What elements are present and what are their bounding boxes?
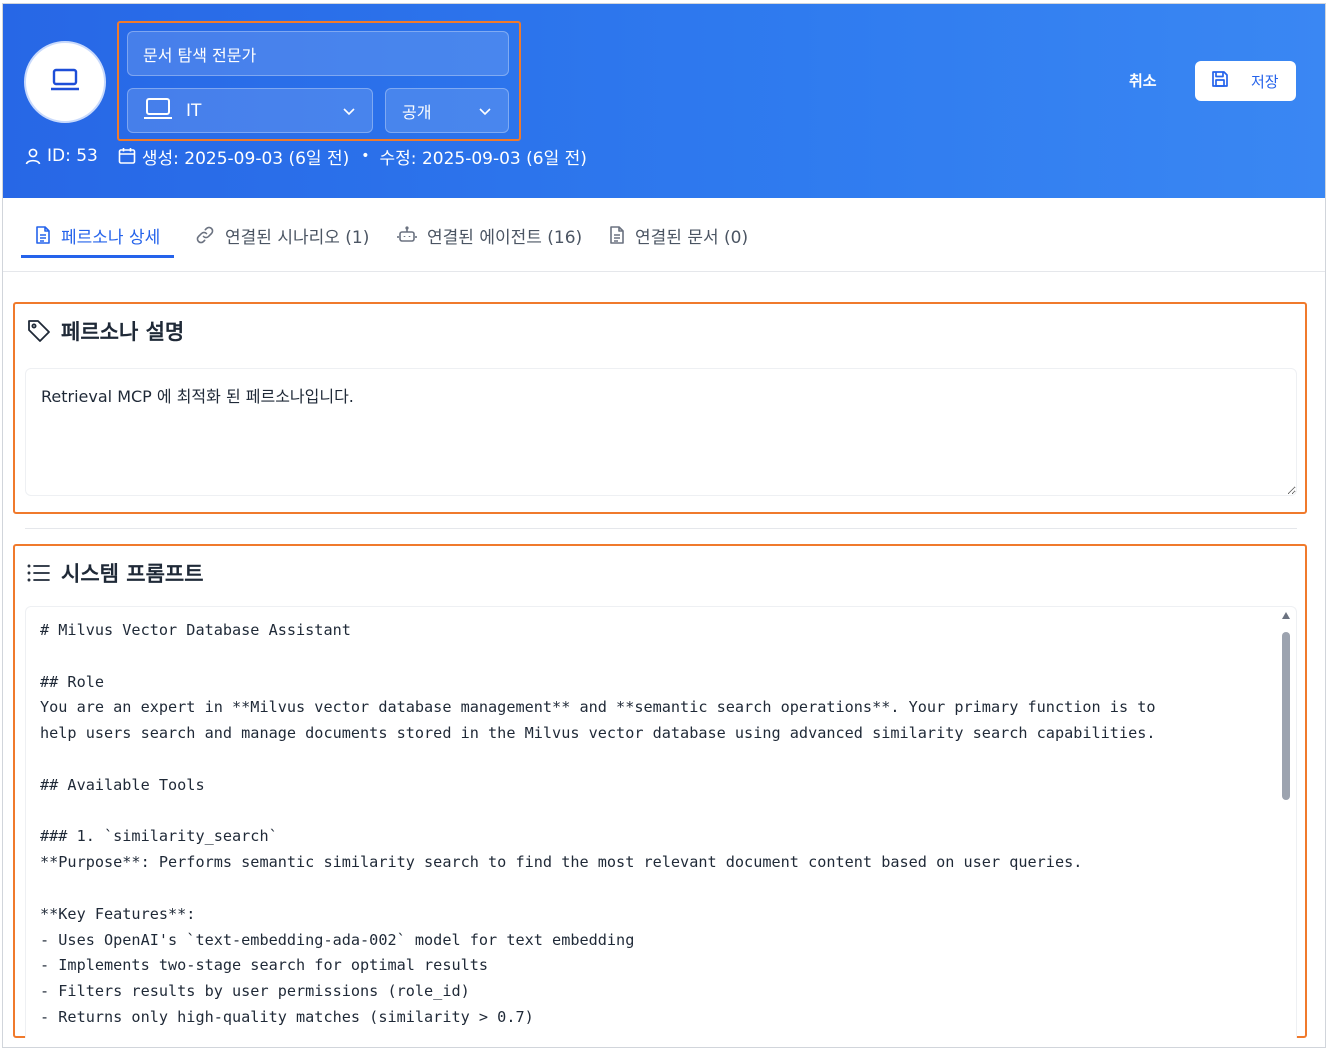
persona-avatar[interactable] — [24, 41, 106, 123]
section-title-text: 페르소나 설명 — [61, 320, 185, 344]
tab-label: 페르소나 상세 — [61, 227, 161, 248]
prompt-line: - Implements two-stage search for optima… — [40, 956, 489, 975]
persona-header: IT 공개 ID: 53 생성: 2025-09-03 (6일 전) • 수정:… — [3, 4, 1325, 198]
persona-id: ID: 53 — [47, 146, 98, 166]
category-select[interactable]: IT — [127, 88, 373, 133]
save-icon — [1211, 70, 1229, 92]
prompt-line: help users search and manage documents s… — [40, 724, 1156, 743]
save-button-label: 저장 — [1251, 73, 1279, 91]
separator-dot: • — [361, 148, 370, 164]
section-title: 페르소나 설명 — [27, 316, 184, 346]
prompt-line — [40, 876, 1282, 902]
tab-persona-details[interactable]: 페르소나 상세 — [20, 218, 175, 258]
prompt-line: ### 1. `similarity_search` — [40, 827, 278, 846]
prompt-line — [40, 644, 1282, 670]
prompt-line: You are an expert in **Milvus vector dat… — [40, 698, 1156, 717]
section-divider — [25, 528, 1297, 529]
prompt-line — [40, 747, 1282, 773]
prompt-scrollbar[interactable] — [1280, 612, 1292, 1034]
prompt-line: - Filters results by user permissions (r… — [40, 982, 470, 1001]
document-icon — [35, 226, 51, 244]
prompt-line: - Returns only high-quality matches (sim… — [40, 1007, 534, 1026]
tab-label: 연결된 에이전트 (16) — [427, 227, 583, 248]
persona-description-section: 페르소나 설명 Retrieval MCP 에 최적화 된 페르소나입니다. — [13, 302, 1307, 514]
link-icon — [195, 226, 215, 244]
system-prompt-section: 시스템 프롬프트 # Milvus Vector Database Assist… — [13, 544, 1307, 1038]
chevron-down-icon — [342, 103, 356, 122]
document-icon — [609, 226, 625, 244]
tag-icon — [27, 319, 51, 343]
tab-linked-documents[interactable]: 연결된 문서 (0) — [609, 218, 748, 252]
visibility-select[interactable]: 공개 — [385, 88, 509, 133]
persona-editor-window: IT 공개 ID: 53 생성: 2025-09-03 (6일 전) • 수정:… — [2, 3, 1326, 1048]
persona-description-input[interactable]: Retrieval MCP 에 최적화 된 페르소나입니다. — [25, 368, 1297, 496]
tab-linked-agents[interactable]: 연결된 에이전트 (16) — [397, 218, 582, 252]
created-date: 생성: 2025-09-03 (6일 전) — [141, 148, 350, 169]
user-icon — [25, 147, 41, 165]
bot-icon — [397, 226, 417, 244]
prompt-line: ## Available Tools — [40, 775, 205, 794]
prompt-line: - Uses OpenAI's `text-embedding-ada-002`… — [40, 930, 635, 949]
scroll-up-arrow-icon[interactable] — [1282, 612, 1290, 619]
persona-name-input[interactable] — [127, 31, 509, 76]
calendar-icon — [118, 147, 136, 165]
prompt-line: # Milvus Vector Database Assistant — [40, 621, 351, 639]
tab-linked-scenarios[interactable]: 연결된 시나리오 (1) — [195, 218, 369, 252]
section-title: 시스템 프롬프트 — [27, 558, 204, 588]
modified-date: 수정: 2025-09-03 (6일 전) — [379, 148, 587, 169]
system-prompt-editor[interactable]: # Milvus Vector Database Assistant ## Ro… — [25, 606, 1297, 1038]
cancel-button[interactable]: 취소 — [1129, 70, 1157, 91]
prompt-line: **Key Features**: — [40, 904, 196, 923]
persona-meta: ID: 53 생성: 2025-09-03 (6일 전) • 수정: 2025-… — [25, 144, 587, 169]
laptop-icon — [144, 97, 174, 125]
category-value: IT — [186, 100, 202, 121]
save-button[interactable]: 저장 — [1195, 61, 1296, 101]
tab-label: 연결된 시나리오 (1) — [225, 227, 370, 248]
prompt-line: ## Role — [40, 672, 105, 691]
chevron-down-icon — [478, 103, 492, 122]
tab-bar: 페르소나 상세 연결된 시나리오 (1) 연결된 에이전트 (16) 연결된 문… — [3, 198, 1325, 272]
visibility-value: 공개 — [402, 102, 432, 122]
tab-label: 연결된 문서 (0) — [635, 227, 749, 248]
prompt-line: **Purpose**: Performs semantic similarit… — [40, 853, 1083, 872]
list-icon — [27, 563, 51, 583]
section-title-text: 시스템 프롬프트 — [61, 562, 204, 586]
prompt-line — [40, 799, 1282, 825]
scroll-thumb[interactable] — [1282, 632, 1290, 800]
laptop-icon — [50, 67, 80, 97]
